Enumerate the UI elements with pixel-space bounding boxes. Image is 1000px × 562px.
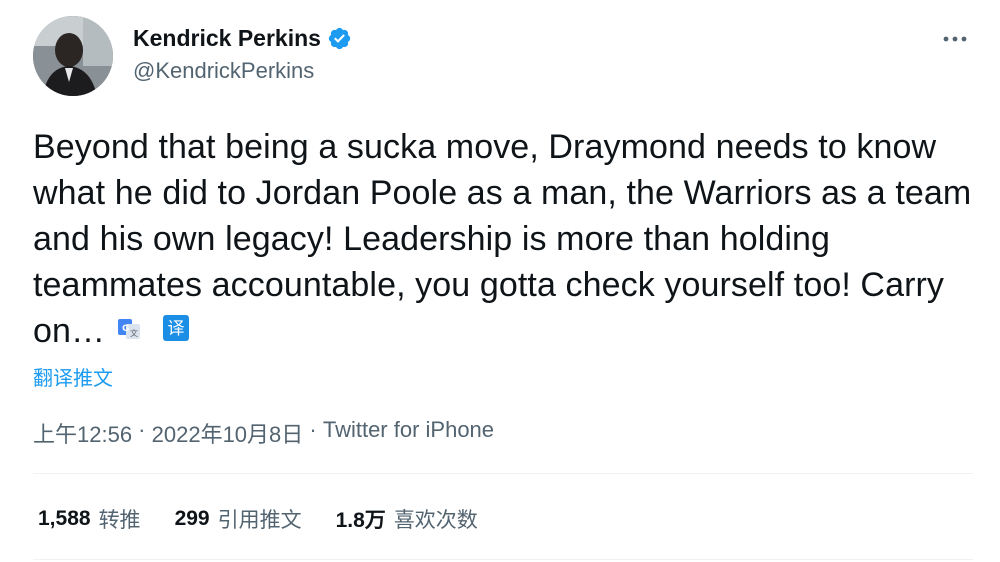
stat-label: 喜欢次数 [393, 509, 478, 532]
stat-label: 引用推文 [217, 509, 302, 532]
tweet-source[interactable]: Twitter for iPhone [323, 417, 494, 449]
avatar-image [33, 16, 113, 96]
more-options-icon[interactable] [940, 24, 970, 54]
meta-separator: · [132, 417, 152, 442]
tweet-date[interactable]: 2022年10月8日 [152, 417, 304, 449]
svg-text:译: 译 [168, 319, 185, 339]
svg-text:文: 文 [130, 328, 138, 338]
inline-translate-icons: G 文 译 [117, 307, 190, 353]
stat-label: 转推 [98, 509, 141, 532]
tweet-text: Beyond that being a sucka move, Draymond… [33, 124, 973, 356]
tweet-stats: 1,588 转推 299 引用推文 1.8万 喜欢次数 [38, 504, 478, 534]
stat-value: 299 [174, 507, 210, 530]
verified-badge-icon [327, 26, 352, 51]
avatar[interactable] [33, 16, 113, 96]
tweet-meta: 上午12:56 · 2022年10月8日 · Twitter for iPhon… [33, 417, 494, 449]
author-name[interactable]: Kendrick Perkins [133, 25, 321, 52]
divider [33, 473, 973, 474]
author-handle[interactable]: @KendrickPerkins [133, 58, 314, 84]
svg-text:G: G [122, 324, 130, 334]
stat-value: 1,588 [38, 507, 91, 530]
stat-value: 1.8万 [335, 509, 386, 532]
divider [33, 559, 973, 560]
translate-badge-icon[interactable]: 译 [163, 307, 190, 353]
translate-tweet-link[interactable]: 翻译推文 [33, 362, 113, 391]
google-translate-icon[interactable]: G 文 [117, 307, 141, 353]
stat-quote-tweets[interactable]: 299 引用推文 [175, 504, 302, 534]
tweet-time[interactable]: 上午12:56 [33, 417, 132, 449]
stat-retweets[interactable]: 1,588 转推 [38, 504, 141, 534]
author-name-row: Kendrick Perkins [133, 21, 352, 55]
meta-separator: · [303, 417, 323, 442]
tweet-card: Kendrick Perkins @KendrickPerkins Beyond… [0, 0, 1000, 562]
stat-likes[interactable]: 1.8万 喜欢次数 [336, 504, 478, 534]
